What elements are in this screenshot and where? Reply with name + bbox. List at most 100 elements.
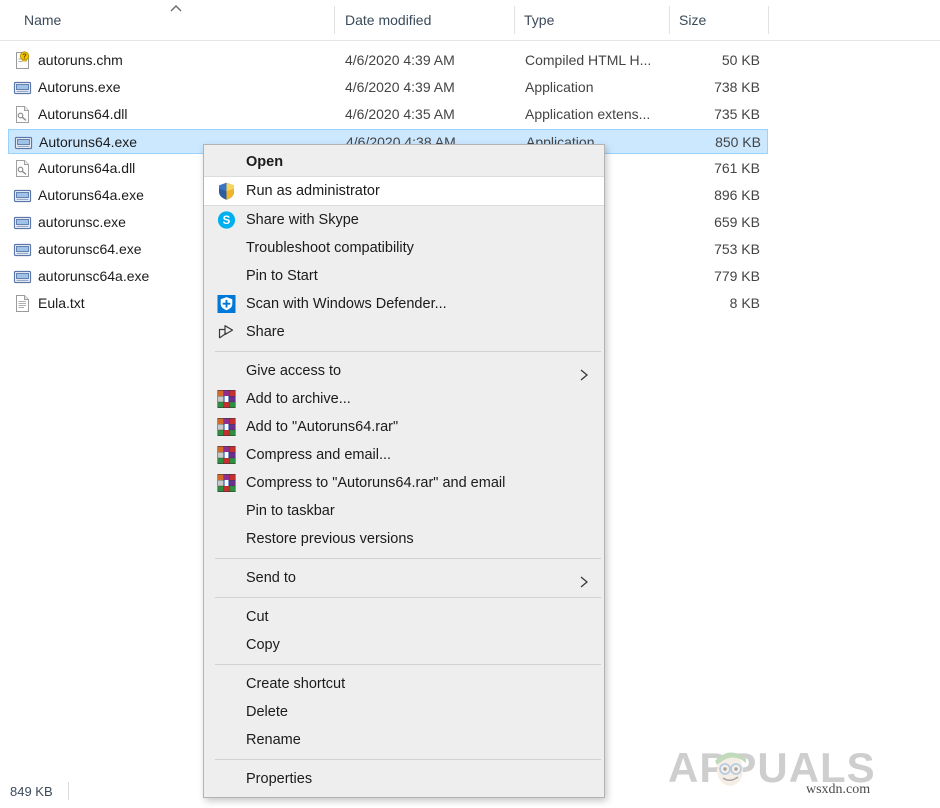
file-size: 659 KB <box>714 214 760 230</box>
file-size: 50 KB <box>721 52 760 68</box>
menu-item-delete[interactable]: Delete <box>204 698 604 726</box>
menu-item-label: Give access to <box>246 363 342 379</box>
menu-item-label: Open <box>246 154 284 170</box>
menu-item-share[interactable]: Share <box>204 318 604 346</box>
menu-item-properties[interactable]: Properties <box>204 765 604 793</box>
application-exe-icon <box>13 267 32 286</box>
menu-item-add-to-autoruns64-rar[interactable]: Add to "Autoruns64.rar" <box>204 413 604 441</box>
file-name: autorunsc64a.exe <box>38 268 150 284</box>
menu-item-label: Share <box>246 324 285 340</box>
chevron-right-icon <box>578 571 590 588</box>
menu-item-run-as-administrator[interactable]: Run as administrator <box>204 176 604 206</box>
menu-separator <box>215 759 601 760</box>
column-divider-3[interactable] <box>669 6 670 34</box>
column-header-size[interactable]: Size <box>679 12 706 28</box>
menu-item-pin-to-taskbar[interactable]: Pin to taskbar <box>204 497 604 525</box>
wsxdn-watermark-text: wsxdn.com <box>806 782 871 797</box>
file-row[interactable]: Autoruns64.dll 4/6/2020 4:35 AM Applicatio… <box>8 102 768 127</box>
menu-item-label: Troubleshoot compatibility <box>246 240 414 256</box>
menu-item-label: Create shortcut <box>246 676 346 692</box>
menu-item-give-access-to[interactable]: Give access to <box>204 357 604 385</box>
column-header-date-modified[interactable]: Date modified <box>345 12 431 28</box>
winrar-icon <box>217 390 236 409</box>
menu-item-troubleshoot-compatibility[interactable]: Troubleshoot compatibility <box>204 234 604 262</box>
status-bar-size-text: 849 KB <box>10 784 53 799</box>
menu-item-label: Share with Skype <box>246 212 359 228</box>
chm-help-file-icon: ? <box>13 51 32 70</box>
file-name: Autoruns64a.dll <box>38 160 136 176</box>
menu-item-rename[interactable]: Rename <box>204 726 604 754</box>
menu-item-restore-previous-versions[interactable]: Restore previous versions <box>204 525 604 553</box>
file-name: Eula.txt <box>38 295 85 311</box>
menu-item-send-to[interactable]: Send to <box>204 564 604 592</box>
menu-item-label: Compress to "Autoruns64.rar" and email <box>246 475 506 491</box>
chevron-right-icon <box>578 364 590 381</box>
menu-item-label: Delete <box>246 704 288 720</box>
text-document-icon <box>13 294 32 313</box>
menu-item-label: Scan with Windows Defender... <box>246 296 447 312</box>
dll-library-icon <box>13 105 32 124</box>
file-row[interactable]: ? autoruns.chm 4/6/2020 4:39 AM Compiled HT… <box>8 48 768 73</box>
file-size: 753 KB <box>714 241 760 257</box>
menu-item-label: Send to <box>246 570 296 586</box>
column-header-row: Name Date modified Type Size <box>0 0 940 41</box>
file-size: 896 KB <box>714 187 760 203</box>
menu-item-label: Cut <box>246 609 269 625</box>
svg-text:S: S <box>223 215 231 227</box>
menu-item-open[interactable]: Open <box>204 148 604 176</box>
dll-library-icon <box>13 159 32 178</box>
menu-item-compress-and-email[interactable]: Compress and email... <box>204 441 604 469</box>
file-name: Autoruns64.dll <box>38 106 128 122</box>
file-name: autorunsc.exe <box>38 214 126 230</box>
share-icon <box>217 323 236 342</box>
file-name: autoruns.chm <box>38 52 123 68</box>
menu-item-label: Properties <box>246 771 313 787</box>
file-name: autorunsc64.exe <box>38 241 142 257</box>
menu-separator <box>215 558 601 559</box>
file-row[interactable]: Autoruns.exe 4/6/2020 4:39 AM Application 7… <box>8 75 768 100</box>
menu-item-copy[interactable]: Copy <box>204 631 604 659</box>
menu-item-share-with-skype[interactable]: S Share with Skype <box>204 206 604 234</box>
file-size: 8 KB <box>729 295 760 311</box>
column-divider-4[interactable] <box>768 6 769 34</box>
winrar-icon <box>217 474 236 493</box>
menu-item-add-to-archive[interactable]: Add to archive... <box>204 385 604 413</box>
menu-item-scan-with-windows-defender[interactable]: Scan with Windows Defender... <box>204 290 604 318</box>
menu-separator <box>215 597 601 598</box>
uac-shield-icon <box>217 182 236 201</box>
application-exe-icon <box>13 186 32 205</box>
application-exe-icon <box>13 240 32 259</box>
application-exe-icon <box>14 133 33 152</box>
file-date-modified: 4/6/2020 4:39 AM <box>345 79 455 95</box>
menu-item-compress-to-autoruns64-rar-and-email[interactable]: Compress to "Autoruns64.rar" and email <box>204 469 604 497</box>
menu-item-label: Pin to Start <box>246 268 318 284</box>
menu-item-label: Add to archive... <box>246 391 351 407</box>
column-divider-1[interactable] <box>334 6 335 34</box>
file-date-modified: 4/6/2020 4:39 AM <box>345 52 455 68</box>
menu-item-create-shortcut[interactable]: Create shortcut <box>204 670 604 698</box>
winrar-icon <box>217 446 236 465</box>
file-size: 735 KB <box>714 106 760 122</box>
file-name: Autoruns.exe <box>38 79 121 95</box>
context-menu: Open Run as administrator S Share with Skyp… <box>203 144 605 798</box>
menu-item-label: Compress and email... <box>246 447 392 463</box>
menu-item-label: Add to "Autoruns64.rar" <box>246 419 399 435</box>
menu-separator <box>215 664 601 665</box>
menu-item-cut[interactable]: Cut <box>204 603 604 631</box>
menu-item-label: Run as administrator <box>246 183 380 199</box>
file-size: 779 KB <box>714 268 760 284</box>
column-divider-2[interactable] <box>514 6 515 34</box>
column-header-type[interactable]: Type <box>524 12 554 28</box>
file-name: Autoruns64a.exe <box>38 187 144 203</box>
file-name: Autoruns64.exe <box>39 134 138 150</box>
file-size: 850 KB <box>715 134 761 150</box>
column-header-name[interactable]: Name <box>24 12 61 28</box>
menu-item-label: Rename <box>246 732 301 748</box>
application-exe-icon <box>13 213 32 232</box>
file-size: 738 KB <box>714 79 760 95</box>
winrar-icon <box>217 418 236 437</box>
menu-item-label: Restore previous versions <box>246 531 414 547</box>
file-type: Application <box>525 79 594 95</box>
application-exe-icon <box>13 78 32 97</box>
menu-item-pin-to-start[interactable]: Pin to Start <box>204 262 604 290</box>
